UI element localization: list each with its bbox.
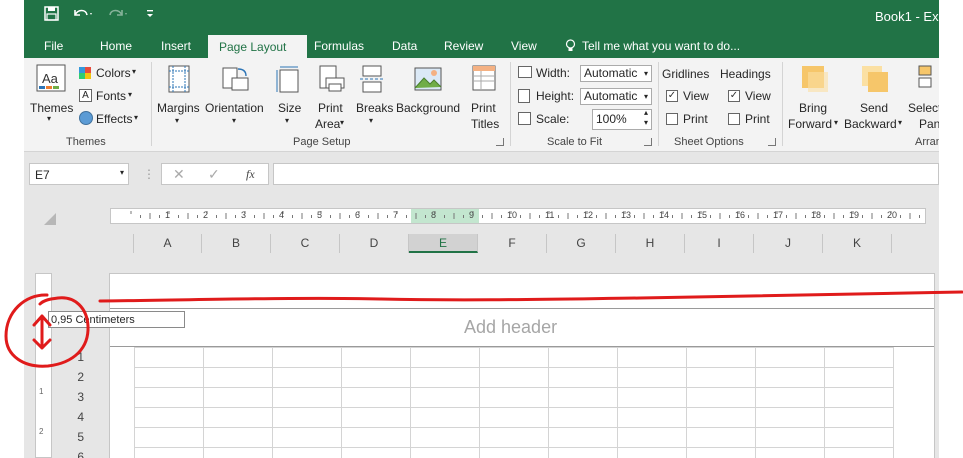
annotation-circle — [4, 293, 90, 368]
annotation-overlay — [4, 290, 963, 368]
resize-arrow-icon — [32, 314, 52, 350]
annotation-line — [98, 290, 963, 303]
